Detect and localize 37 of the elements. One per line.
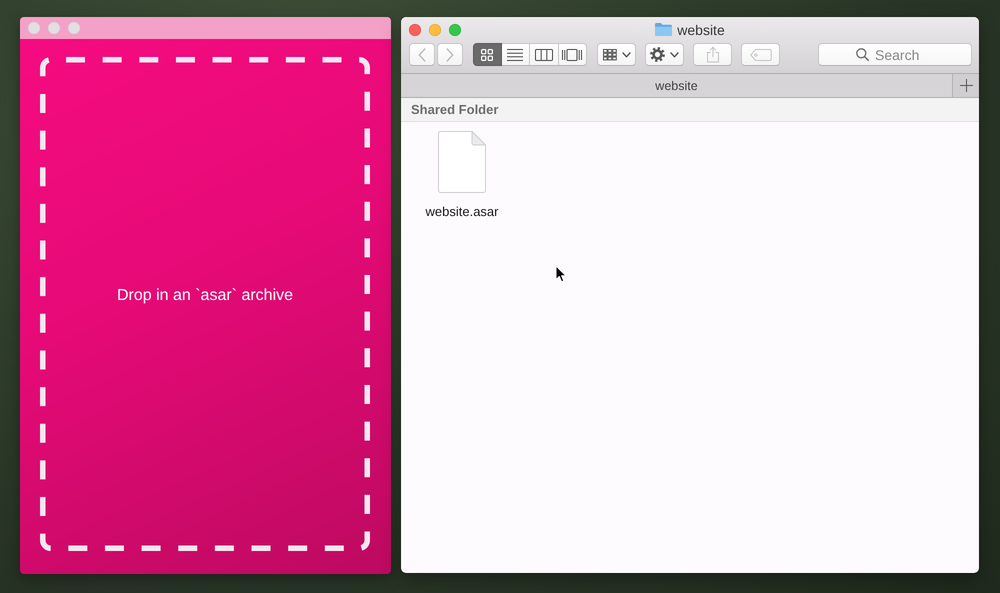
chevron-right-icon (446, 48, 454, 62)
close-button[interactable] (409, 24, 421, 36)
list-icon (507, 48, 524, 60)
icon-view-button[interactable] (473, 43, 502, 66)
tag-icon (750, 48, 772, 60)
search-icon (856, 48, 869, 61)
gear-icon (650, 47, 665, 62)
zoom-button[interactable] (68, 22, 80, 34)
share-icon (706, 46, 720, 63)
drop-zone[interactable] (40, 57, 370, 551)
section-header: Shared Folder (401, 98, 979, 122)
list-view-button[interactable] (502, 43, 530, 66)
group-button[interactable] (597, 43, 636, 66)
zoom-button[interactable] (449, 24, 461, 36)
file-name[interactable]: website.asar (426, 204, 498, 219)
gallery-icon (562, 48, 582, 60)
columns-icon (534, 48, 553, 60)
document-icon[interactable] (438, 131, 486, 193)
search-field[interactable]: Search (818, 43, 972, 66)
plus-icon (960, 79, 972, 92)
chevron-left-icon (418, 48, 426, 62)
column-view-button[interactable] (530, 43, 558, 66)
add-tab-button[interactable] (952, 74, 979, 97)
close-button[interactable] (28, 22, 40, 34)
grid-icon (602, 48, 616, 60)
action-button[interactable] (645, 43, 684, 66)
folder-icon (655, 23, 672, 36)
cursor-icon (555, 265, 567, 283)
window-title: website (677, 22, 725, 38)
drop-message: Drop in an `asar` archive (116, 287, 294, 305)
chevron-down-icon (670, 52, 679, 58)
minimize-button[interactable] (48, 22, 60, 34)
minimize-button[interactable] (429, 24, 441, 36)
chevron-down-icon (622, 52, 630, 58)
gallery-view-button[interactable] (558, 43, 587, 66)
folder-tab[interactable]: website (401, 74, 952, 97)
grid-icon (481, 48, 494, 60)
